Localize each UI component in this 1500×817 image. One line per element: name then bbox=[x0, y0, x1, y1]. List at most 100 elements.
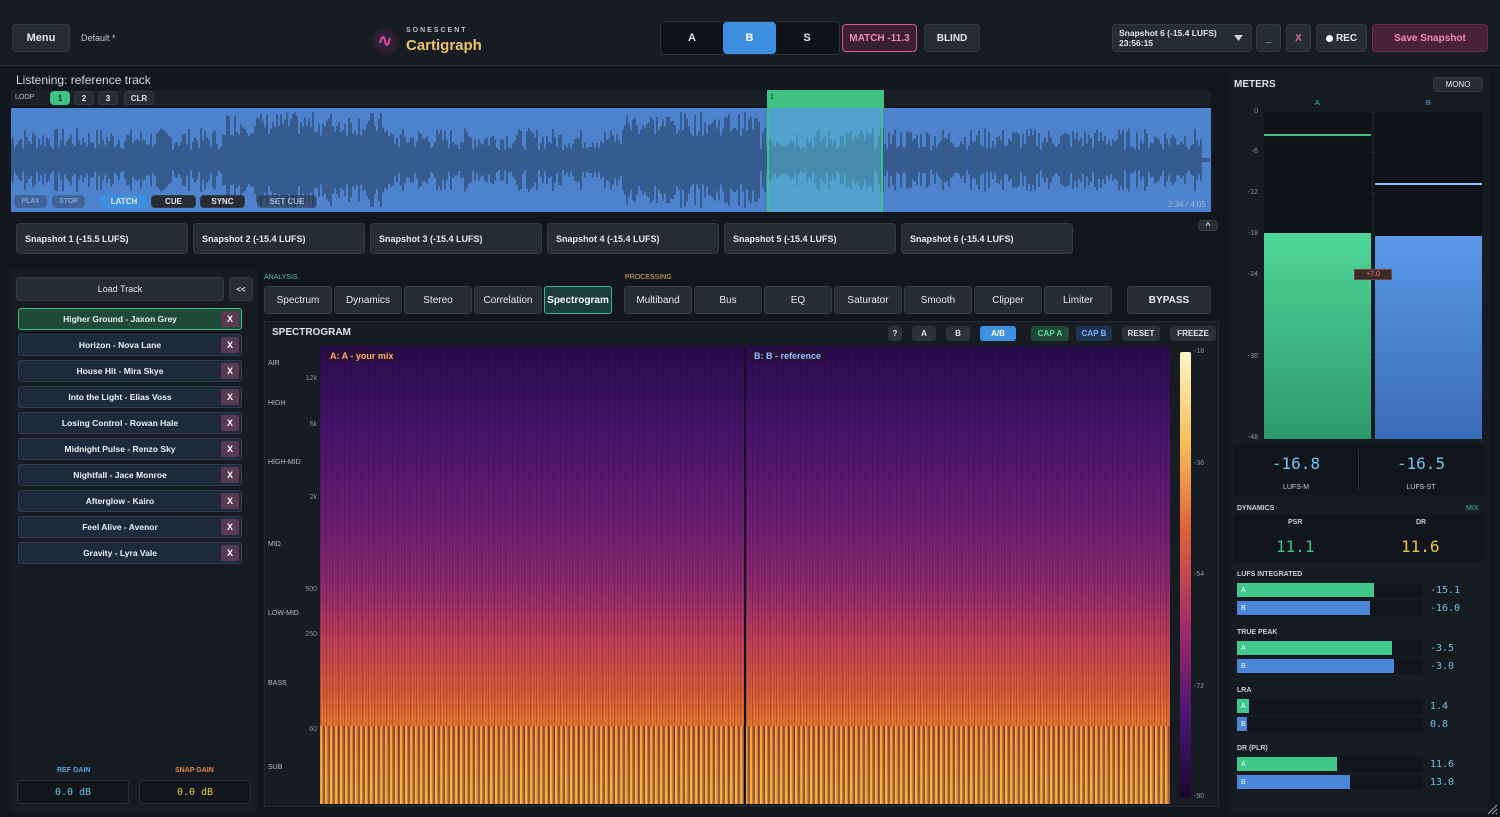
tab-processing-smooth[interactable]: Smooth bbox=[904, 286, 972, 314]
menu-button[interactable]: Menu bbox=[12, 24, 70, 52]
snapshot-2[interactable]: Snapshot 2 (-15.4 LUFS) bbox=[193, 223, 365, 254]
track-item[interactable]: Midnight Pulse - Renzo Sky X bbox=[18, 438, 242, 460]
track-item[interactable]: Losing Control - Rowan Hale X bbox=[18, 412, 242, 434]
match-button[interactable]: MATCH -11.3 bbox=[842, 24, 917, 52]
snapshot-3[interactable]: Snapshot 3 (-15.4 LUFS) bbox=[370, 223, 542, 254]
track-item[interactable]: Feel Alive - Avenor X bbox=[18, 516, 242, 538]
tab-processing-limiter[interactable]: Limiter bbox=[1044, 286, 1112, 314]
loop-label: LOOP bbox=[15, 94, 35, 101]
remove-track-button[interactable]: X bbox=[221, 337, 239, 353]
view-b-button[interactable]: B bbox=[946, 326, 970, 341]
view-ab-button[interactable]: A/B bbox=[980, 326, 1016, 341]
tab-analysis-correlation[interactable]: Correlation bbox=[474, 286, 542, 314]
loop-region[interactable] bbox=[767, 108, 883, 212]
cue-button[interactable]: CUE bbox=[151, 195, 196, 208]
set-cue-button[interactable]: SET CUE bbox=[257, 195, 317, 208]
track-name: Horizon - Nova Lane bbox=[78, 340, 162, 350]
tab-analysis-stereo[interactable]: Stereo bbox=[404, 286, 472, 314]
meter-scale-label: -24 bbox=[1247, 271, 1258, 278]
loop-clear-button[interactable]: CLR bbox=[124, 91, 154, 105]
collapse-button[interactable]: << bbox=[229, 277, 253, 301]
help-button[interactable]: ? bbox=[888, 326, 902, 341]
color-scale bbox=[1180, 352, 1191, 798]
track-item[interactable]: Afterglow - Kairo X bbox=[18, 490, 242, 512]
frequency-label: 250 bbox=[305, 631, 317, 638]
freeze-button[interactable]: FREEZE bbox=[1170, 326, 1216, 341]
bypass-button[interactable]: BYPASS bbox=[1127, 286, 1211, 314]
tab-processing-eq[interactable]: EQ bbox=[764, 286, 832, 314]
tab-analysis-spectrum[interactable]: Spectrum bbox=[264, 286, 332, 314]
meter-bar-a: A bbox=[1237, 583, 1374, 597]
preset-name[interactable]: Default * bbox=[81, 33, 116, 43]
tab-processing-saturator[interactable]: Saturator bbox=[834, 286, 902, 314]
tab-processing-multiband[interactable]: Multiband bbox=[624, 286, 692, 314]
lufs-m-value: -16.8 bbox=[1271, 454, 1321, 473]
remove-track-button[interactable]: X bbox=[221, 441, 239, 457]
tab-analysis-dynamics[interactable]: Dynamics bbox=[334, 286, 402, 314]
band-label: LOW-MID bbox=[268, 610, 299, 617]
reset-button[interactable]: RESET bbox=[1122, 326, 1160, 341]
remove-track-button[interactable]: X bbox=[221, 493, 239, 509]
view-a-button[interactable]: A bbox=[912, 326, 936, 341]
ab-button-a[interactable]: A bbox=[664, 22, 720, 54]
ab-button-b[interactable]: B bbox=[723, 22, 776, 54]
load-track-button[interactable]: Load Track bbox=[16, 277, 224, 301]
sync-button[interactable]: SYNC bbox=[200, 195, 245, 208]
rec-button[interactable]: REC bbox=[1316, 24, 1367, 52]
snapshot-select[interactable]: Snapshot 6 (-15.4 LUFS) 23:56:15 bbox=[1112, 24, 1252, 52]
capture-b-button[interactable]: CAP B bbox=[1076, 326, 1112, 341]
scale-label: -90 bbox=[1194, 793, 1205, 800]
remove-track-button[interactable]: X bbox=[221, 467, 239, 483]
close-button[interactable]: X bbox=[1286, 24, 1311, 52]
snap-gain-value[interactable]: 0.0 dB bbox=[139, 780, 251, 804]
remove-track-button[interactable]: X bbox=[221, 363, 239, 379]
meter-scale-label: -36 bbox=[1247, 353, 1258, 360]
track-item[interactable]: Horizon - Nova Lane X bbox=[18, 334, 242, 356]
meter-track-b bbox=[1237, 717, 1422, 732]
remove-track-button[interactable]: X bbox=[221, 389, 239, 405]
snapshot-5[interactable]: Snapshot 5 (-15.4 LUFS) bbox=[724, 223, 896, 254]
track-item[interactable]: Gravity - Lyra Vale X bbox=[18, 542, 242, 564]
processing-label: PROCESSING bbox=[625, 274, 672, 281]
remove-track-button[interactable]: X bbox=[221, 415, 239, 431]
blind-button[interactable]: BLIND bbox=[924, 24, 980, 52]
snapshot-6[interactable]: Snapshot 6 (-15.4 LUFS) bbox=[901, 223, 1073, 254]
ref-gain-value[interactable]: 0.0 dB bbox=[17, 780, 129, 804]
stop-button[interactable]: STOP bbox=[52, 195, 85, 208]
remove-track-button[interactable]: X bbox=[221, 519, 239, 535]
remove-track-button[interactable]: X bbox=[221, 545, 239, 561]
listening-status: Listening: reference track bbox=[16, 73, 151, 87]
tab-processing-clipper[interactable]: Clipper bbox=[974, 286, 1042, 314]
latch-button[interactable]: LATCH bbox=[100, 195, 148, 208]
minimize-button[interactable]: _ bbox=[1256, 24, 1281, 52]
mono-button[interactable]: MONO bbox=[1433, 77, 1483, 92]
psr-label: PSR bbox=[1288, 519, 1303, 526]
save-snapshot-button[interactable]: Save Snapshot bbox=[1372, 24, 1488, 52]
analysis-label: ANALYSIS bbox=[264, 274, 298, 281]
loop-slot-2[interactable]: 2 bbox=[74, 91, 94, 105]
spectrogram-canvas[interactable]: A: A - your mix B: B - reference bbox=[320, 346, 1170, 804]
meter-bar-a: A bbox=[1237, 641, 1393, 655]
meter-group-label: TRUE PEAK bbox=[1237, 629, 1278, 636]
track-item[interactable]: Higher Ground - Jaxon Grey X bbox=[18, 308, 242, 330]
snapshot-4[interactable]: Snapshot 4 (-15.4 LUFS) bbox=[547, 223, 719, 254]
remove-track-button[interactable]: X bbox=[221, 311, 239, 327]
track-item[interactable]: Nightfall - Jace Monroe X bbox=[18, 464, 242, 486]
spectrogram-label-a: A: A - your mix bbox=[326, 350, 398, 362]
play-button[interactable]: PLAY bbox=[14, 195, 47, 208]
ab-button-s[interactable]: S bbox=[780, 22, 834, 54]
mix-label: MIX bbox=[1466, 505, 1479, 512]
meter-a-fill bbox=[1264, 233, 1371, 439]
capture-a-button[interactable]: CAP A bbox=[1031, 326, 1069, 341]
resize-handle-icon[interactable] bbox=[1486, 803, 1498, 815]
snapshots-toggle[interactable]: ^ bbox=[1198, 220, 1218, 231]
loop-slot-3[interactable]: 3 bbox=[98, 91, 118, 105]
tab-processing-bus[interactable]: Bus bbox=[694, 286, 762, 314]
tab-analysis-spectrogram[interactable]: Spectrogram bbox=[544, 286, 612, 314]
track-item[interactable]: Into the Light - Elias Voss X bbox=[18, 386, 242, 408]
loop-marker[interactable]: 1 bbox=[767, 90, 884, 108]
loop-slot-1[interactable]: 1 bbox=[50, 91, 70, 105]
snap-gain-label: SNAP GAIN bbox=[175, 767, 214, 774]
snapshot-1[interactable]: Snapshot 1 (-15.5 LUFS) bbox=[16, 223, 188, 254]
track-item[interactable]: House Hit - Mira Skye X bbox=[18, 360, 242, 382]
